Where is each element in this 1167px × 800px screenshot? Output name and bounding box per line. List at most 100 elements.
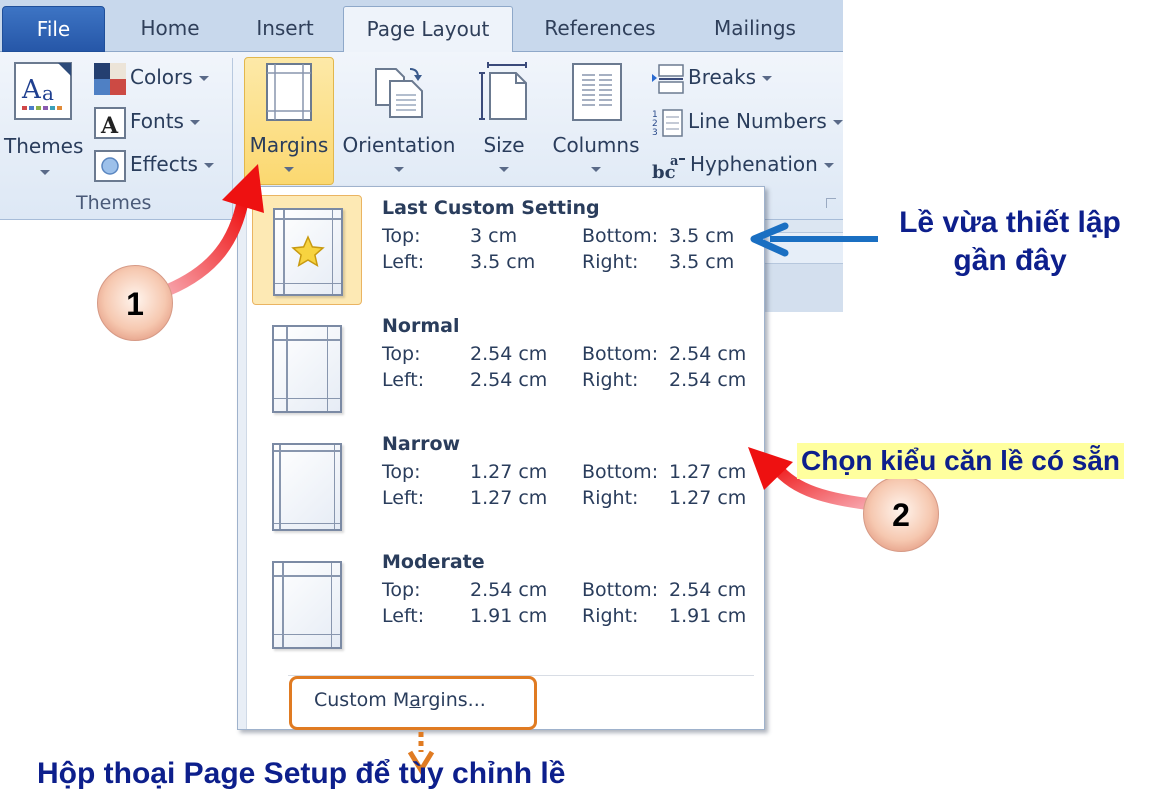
left-value: 3.5 cm xyxy=(470,251,536,273)
colors-label: Colors xyxy=(130,65,193,89)
chevron-down-icon xyxy=(762,76,773,81)
svg-text:A: A xyxy=(21,75,42,105)
effects-button[interactable]: Effects xyxy=(94,147,214,182)
annotation-recent-margin: Lề vừa thiết lập gần đây xyxy=(880,204,1140,280)
size-button[interactable]: Size xyxy=(474,57,534,185)
breaks-button[interactable]: Breaks xyxy=(652,60,773,94)
chevron-down-icon xyxy=(40,170,50,175)
tab-file[interactable]: File xyxy=(2,6,105,52)
columns-label: Columns xyxy=(552,133,640,157)
right-label: Right: xyxy=(582,251,639,273)
right-value: 1.91 cm xyxy=(669,605,747,627)
svg-text:a: a xyxy=(42,81,54,105)
bottom-value: 3.5 cm xyxy=(669,225,735,247)
svg-text:A: A xyxy=(100,113,119,139)
top-label: Top: xyxy=(382,579,421,601)
margin-option-title: Moderate xyxy=(382,551,485,573)
margins-button[interactable]: Margins xyxy=(244,57,334,185)
annotation-page-setup-dialog: Hộp thoại Page Setup để tùy chỉnh lề xyxy=(37,757,566,790)
chevron-down-icon xyxy=(832,120,843,125)
chevron-down-icon xyxy=(499,167,509,172)
bottom-value: 2.54 cm xyxy=(669,579,747,601)
chevron-down-icon xyxy=(591,167,601,172)
columns-button[interactable]: Columns xyxy=(548,57,644,185)
bottom-label: Bottom: xyxy=(582,225,659,247)
page-icon xyxy=(273,208,343,296)
tab-references[interactable]: References xyxy=(525,6,675,52)
tab-home[interactable]: Home xyxy=(110,6,230,52)
chevron-down-icon xyxy=(198,76,209,81)
margin-preview-thumbnail xyxy=(252,549,362,659)
left-label: Left: xyxy=(382,605,425,627)
themes-icon: A a xyxy=(14,62,72,120)
star-icon xyxy=(291,235,325,268)
bottom-label: Bottom: xyxy=(582,461,659,483)
themes-button[interactable]: A a Themes xyxy=(4,60,84,184)
page-icon xyxy=(272,443,342,531)
top-label: Top: xyxy=(382,461,421,483)
fonts-button[interactable]: A Fonts xyxy=(94,104,200,139)
fonts-label: Fonts xyxy=(130,109,184,133)
top-label: Top: xyxy=(382,343,421,365)
theme-effects-icon xyxy=(94,149,126,182)
margin-option-title: Last Custom Setting xyxy=(382,197,600,219)
margins-dropdown-menu: Last Custom Setting Top: 3 cm Bottom: 3.… xyxy=(237,186,765,730)
themes-group-label: Themes xyxy=(76,192,152,214)
page-break-icon xyxy=(652,63,684,94)
hyphenation-label: Hyphenation xyxy=(690,152,818,176)
page-icon xyxy=(272,561,342,649)
right-value: 1.27 cm xyxy=(669,487,747,509)
left-value: 1.91 cm xyxy=(470,605,548,627)
horizontal-ruler[interactable] xyxy=(765,232,843,264)
group-separator xyxy=(232,58,233,216)
left-label: Left: xyxy=(382,369,425,391)
orientation-button[interactable]: Orientation xyxy=(338,57,460,185)
columns-icon xyxy=(572,63,622,121)
right-label: Right: xyxy=(582,605,639,627)
margin-preview-thumbnail xyxy=(252,195,362,305)
top-value: 1.27 cm xyxy=(470,461,548,483)
colors-button[interactable]: Colors xyxy=(94,60,209,95)
custom-margins-highlight-box xyxy=(289,676,537,730)
line-numbers-button[interactable]: 1 2 3 Line Numbers xyxy=(652,104,843,138)
hyphenation-icon: bc a xyxy=(652,154,685,181)
annotation-line: gần đây xyxy=(953,244,1067,277)
bottom-value: 2.54 cm xyxy=(669,343,747,365)
page-setup-dialog-launcher-icon[interactable] xyxy=(826,198,836,208)
annotation-choose-preset: Chọn kiểu căn lề có sẵn xyxy=(797,443,1124,479)
margin-preview-thumbnail xyxy=(252,431,362,541)
step-badge-1: 1 xyxy=(97,265,173,341)
chevron-down-icon xyxy=(284,167,294,172)
right-label: Right: xyxy=(582,487,639,509)
chevron-down-icon xyxy=(203,163,214,168)
chevron-down-icon xyxy=(189,120,200,125)
effects-label: Effects xyxy=(130,152,198,176)
margin-option-moderate[interactable]: Moderate Top: 2.54 cm Bottom: 2.54 cm Le… xyxy=(252,549,752,661)
right-value: 2.54 cm xyxy=(669,369,747,391)
margin-option-normal[interactable]: Normal Top: 2.54 cm Bottom: 2.54 cm Left… xyxy=(252,313,752,425)
tab-mailings[interactable]: Mailings xyxy=(690,6,820,52)
margin-option-last-custom[interactable]: Last Custom Setting Top: 3 cm Bottom: 3.… xyxy=(252,195,752,307)
right-label: Right: xyxy=(582,369,639,391)
chevron-down-icon xyxy=(823,163,834,168)
breaks-label: Breaks xyxy=(688,65,757,89)
left-value: 1.27 cm xyxy=(470,487,548,509)
line-numbers-label: Line Numbers xyxy=(688,109,827,133)
tab-insert[interactable]: Insert xyxy=(235,6,335,52)
bottom-value: 1.27 cm xyxy=(669,461,747,483)
theme-fonts-icon: A xyxy=(94,106,126,139)
margin-option-narrow[interactable]: Narrow Top: 1.27 cm Bottom: 1.27 cm Left… xyxy=(252,431,752,543)
themes-label: Themes xyxy=(4,134,84,158)
top-label: Top: xyxy=(382,225,421,247)
step-badge-2: 2 xyxy=(863,476,939,552)
tab-page-layout[interactable]: Page Layout xyxy=(343,6,513,53)
hyphenation-button[interactable]: bc a Hyphenation xyxy=(652,147,834,181)
margin-preview-thumbnail xyxy=(252,313,362,423)
ribbon-tab-strip: File Home Insert Page Layout References … xyxy=(0,0,843,53)
annotation-line: Lề vừa thiết lập xyxy=(899,206,1121,239)
chevron-down-icon xyxy=(394,167,404,172)
page-icon xyxy=(272,325,342,413)
margin-option-title: Narrow xyxy=(382,433,461,455)
right-value: 3.5 cm xyxy=(669,251,735,273)
top-value: 3 cm xyxy=(470,225,518,247)
